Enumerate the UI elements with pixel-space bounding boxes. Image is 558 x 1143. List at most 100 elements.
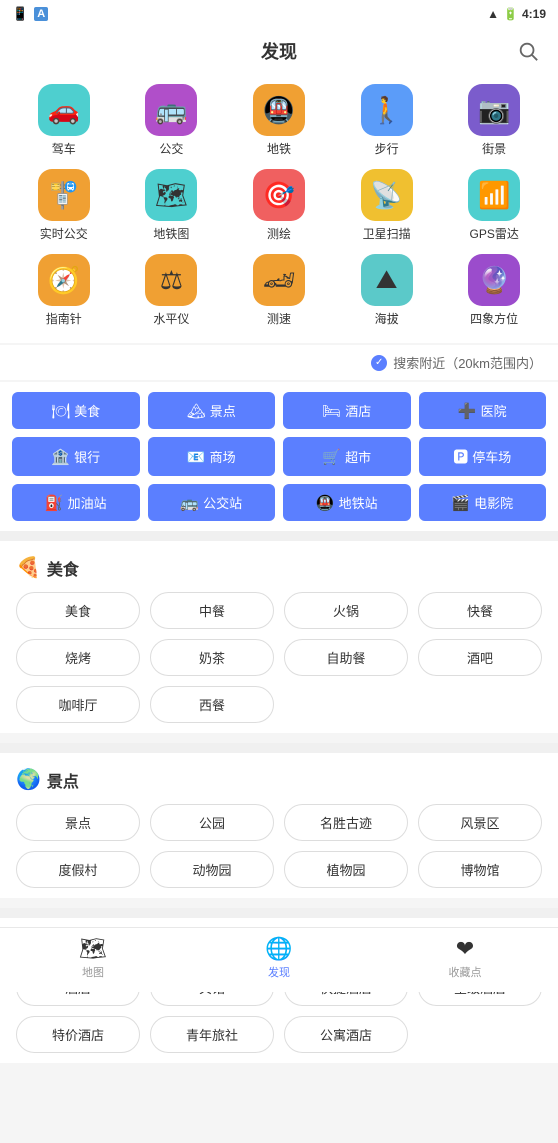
tag-scenic-2[interactable]: 名胜古迹 — [284, 804, 408, 841]
icon-item-survey[interactable]: 🎯 测绘 — [231, 169, 327, 242]
cat-btn-supermarket[interactable]: 🛒超市 — [283, 437, 411, 476]
page-title: 发现 — [261, 38, 297, 64]
icon-item-bus[interactable]: 🚌 公交 — [124, 84, 220, 157]
cat-icon-hospital: ➕ — [458, 402, 477, 420]
icon-circle-satellite: 📡 — [361, 169, 413, 221]
tag-scenic-6[interactable]: 植物园 — [284, 851, 408, 888]
icon-item-satellite[interactable]: 📡 卫星扫描 — [339, 169, 435, 242]
cat-icon-gasstation: ⛽ — [45, 494, 64, 512]
tag-food-1[interactable]: 中餐 — [150, 592, 274, 629]
tag-scenic-5[interactable]: 动物园 — [150, 851, 274, 888]
section-icon-food: 🍕 — [16, 555, 41, 580]
tag-food-4[interactable]: 烧烤 — [16, 639, 140, 676]
battery-icon: 🔋 — [503, 7, 518, 21]
cat-label-bank: 银行 — [74, 447, 100, 466]
icon-circle-speed: 🏎 — [253, 254, 305, 306]
cat-label-mall: 商场 — [210, 447, 236, 466]
cat-btn-bank[interactable]: 🏦银行 — [12, 437, 140, 476]
tag-food-8[interactable]: 咖啡厅 — [16, 686, 140, 723]
icon-item-compass[interactable]: 🧭 指南针 — [16, 254, 112, 327]
cat-btn-busstation[interactable]: 🚌公交站 — [148, 484, 276, 521]
section-label-scenic: 景点 — [47, 768, 79, 792]
icon-circle-level: ⚖ — [145, 254, 197, 306]
cat-btn-mall[interactable]: 📧商场 — [148, 437, 276, 476]
time-display: 4:19 — [522, 7, 546, 21]
cat-btn-scenic[interactable]: 🏔景点 — [148, 392, 276, 429]
nav-label-map: 地图 — [82, 964, 104, 980]
icon-label-level: 水平仪 — [153, 310, 189, 327]
divider-1 — [0, 531, 558, 541]
tag-food-0[interactable]: 美食 — [16, 592, 140, 629]
cat-btn-parking[interactable]: 🅿停车场 — [419, 437, 547, 476]
section-title-food: 🍕美食 — [16, 555, 542, 580]
bottom-nav: 🗺地图 🌐 发现 ❤收藏点 — [0, 927, 558, 992]
tag-food-9[interactable]: 西餐 — [150, 686, 274, 723]
cat-icon-scenic: 🏔 — [187, 402, 206, 420]
cat-label-gasstation: 加油站 — [68, 493, 107, 512]
tag-accommodation-4[interactable]: 特价酒店 — [16, 1016, 140, 1053]
nav-item-map[interactable]: 🗺地图 — [58, 936, 128, 980]
icon-label-realbus: 实时公交 — [40, 225, 88, 242]
icon-circle-altitude: ⛰ — [361, 254, 413, 306]
tag-scenic-7[interactable]: 博物馆 — [418, 851, 542, 888]
tag-accommodation-5[interactable]: 青年旅社 — [150, 1016, 274, 1053]
icon-label-street: 街景 — [482, 140, 506, 157]
nav-icon-discover: 🌐 — [265, 936, 292, 962]
cat-btn-gasstation[interactable]: ⛽加油站 — [12, 484, 140, 521]
status-right: ▲ 🔋 4:19 — [487, 7, 546, 21]
tag-food-5[interactable]: 奶茶 — [150, 639, 274, 676]
tag-accommodation-6[interactable]: 公寓酒店 — [284, 1016, 408, 1053]
nav-icon-favorites: ❤ — [456, 936, 474, 962]
cat-icon-hotel: 🛏 — [322, 402, 341, 420]
cat-icon-bank: 🏦 — [51, 448, 70, 466]
icon-item-realbus[interactable]: 🚏 实时公交 — [16, 169, 112, 242]
tag-food-3[interactable]: 快餐 — [418, 592, 542, 629]
cat-label-busstation: 公交站 — [203, 493, 242, 512]
cat-icon-mall: 📧 — [187, 448, 206, 466]
icon-circle-street: 📷 — [468, 84, 520, 136]
tag-food-7[interactable]: 酒吧 — [418, 639, 542, 676]
icon-item-altitude[interactable]: ⛰ 海拔 — [339, 254, 435, 327]
section-food: 🍕美食美食中餐火锅快餐烧烤奶茶自助餐酒吧咖啡厅西餐 — [0, 541, 558, 733]
app-icon: A — [34, 7, 48, 21]
icon-circle-fourdir: 🔮 — [468, 254, 520, 306]
divider-section-0 — [0, 743, 558, 753]
icon-item-metromap[interactable]: 🗺 地铁图 — [124, 169, 220, 242]
cat-btn-food[interactable]: 🍽美食 — [12, 392, 140, 429]
icon-label-gps: GPS雷达 — [470, 225, 519, 242]
cat-label-metrostation: 地铁站 — [339, 493, 378, 512]
icon-item-walk[interactable]: 🚶 步行 — [339, 84, 435, 157]
icon-item-speed[interactable]: 🏎 测速 — [231, 254, 327, 327]
icon-circle-bus: 🚌 — [145, 84, 197, 136]
search-icon — [517, 40, 539, 62]
cat-btn-hotel[interactable]: 🛏酒店 — [283, 392, 411, 429]
tag-food-2[interactable]: 火锅 — [284, 592, 408, 629]
icon-item-driving[interactable]: 🚗 驾车 — [16, 84, 112, 157]
tag-grid-scenic: 景点公园名胜古迹风景区度假村动物园植物园博物馆 — [16, 804, 542, 888]
tag-food-6[interactable]: 自助餐 — [284, 639, 408, 676]
nav-item-discover[interactable]: 🌐 发现 — [244, 936, 314, 980]
icon-item-gps[interactable]: 📶 GPS雷达 — [446, 169, 542, 242]
wifi-icon: ▲ — [487, 7, 499, 21]
cat-label-hospital: 医院 — [481, 401, 507, 420]
cat-btn-hospital[interactable]: ➕医院 — [419, 392, 547, 429]
cat-icon-parking: 🅿 — [453, 446, 468, 467]
icon-circle-walk: 🚶 — [361, 84, 413, 136]
nav-label-discover: 发现 — [268, 964, 290, 980]
tag-scenic-0[interactable]: 景点 — [16, 804, 140, 841]
search-button[interactable] — [514, 37, 542, 65]
cat-label-hotel: 酒店 — [345, 401, 371, 420]
nearby-bar[interactable]: ✓ 搜索附近（20km范围内） — [0, 345, 558, 380]
cat-btn-metrostation[interactable]: 🚇地铁站 — [283, 484, 411, 521]
icon-item-street[interactable]: 📷 街景 — [446, 84, 542, 157]
icon-item-fourdir[interactable]: 🔮 四象方位 — [446, 254, 542, 327]
icon-item-metro[interactable]: 🚇 地铁 — [231, 84, 327, 157]
cat-btn-cinema[interactable]: 🎬电影院 — [419, 484, 547, 521]
tag-scenic-1[interactable]: 公园 — [150, 804, 274, 841]
nav-item-favorites[interactable]: ❤收藏点 — [430, 936, 500, 980]
icon-circle-realbus: 🚏 — [38, 169, 90, 221]
icon-item-level[interactable]: ⚖ 水平仪 — [124, 254, 220, 327]
divider-section-1 — [0, 908, 558, 918]
tag-scenic-4[interactable]: 度假村 — [16, 851, 140, 888]
tag-scenic-3[interactable]: 风景区 — [418, 804, 542, 841]
